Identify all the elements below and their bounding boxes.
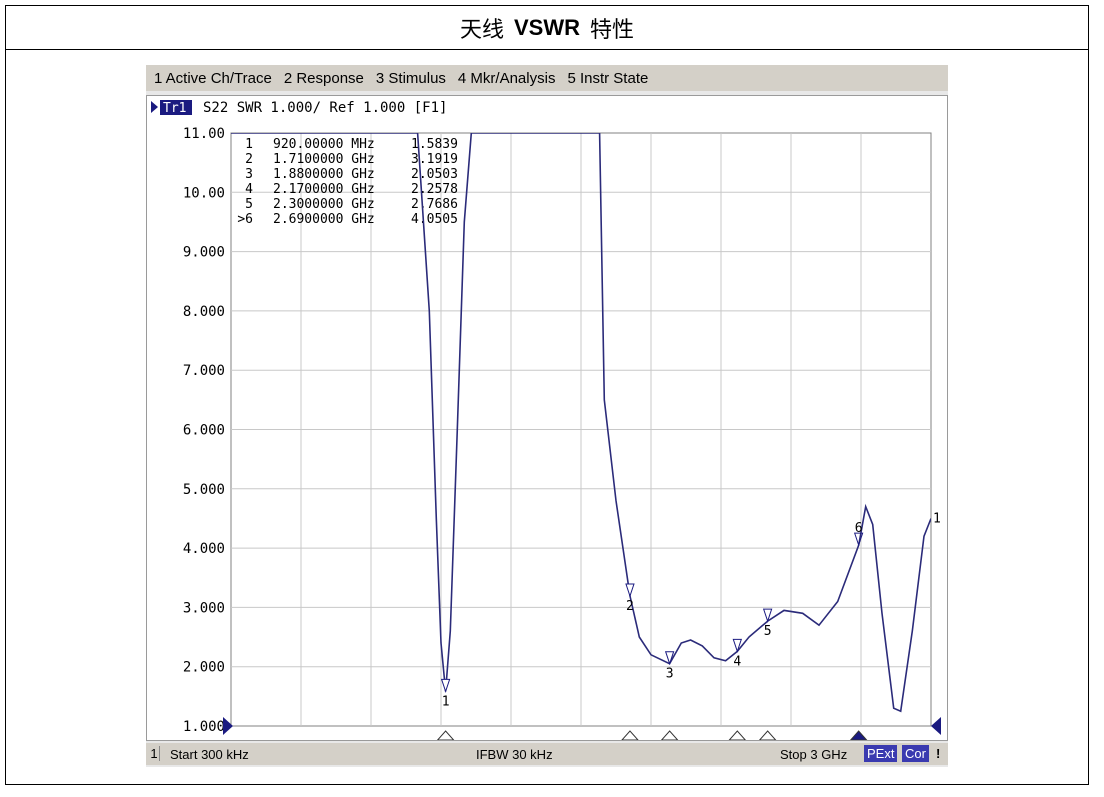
y-tick-label: 5.000 [183,482,225,498]
y-tick-labels: 1.000 2.000 3.000 4.000 5.000 6.000 7.000 8.000… [183,126,225,735]
status-bar: 1 Start 300 kHz IFBW 30 kHz Stop 3 GHz P… [146,743,948,765]
marker-table-id: >6 [237,212,253,227]
y-tick-label: 6.000 [183,423,225,439]
marker-table-id: 3 [245,167,253,182]
menu-instr-state[interactable]: 5 Instr State [567,70,648,87]
bottom-marker-3-icon [660,730,679,741]
plot-window: 1.000 2.000 3.000 4.000 5.000 6.000 7.000 8.000… [146,95,948,741]
menu-active-ch-trace[interactable]: 1 Active Ch/Trace [154,70,272,87]
marker-5-label: 5 [764,624,772,639]
marker-4-label: 4 [733,654,741,669]
trace-settings: S22 SWR 1.000/ Ref 1.000 [F1] [203,100,447,116]
marker-1-icon [440,678,451,693]
menu-stimulus[interactable]: 3 Stimulus [376,70,446,87]
marker-4-icon [732,638,743,653]
trace-end-label: 1 [933,511,941,526]
channel-number[interactable]: 1 [149,746,160,761]
analyzer-window: 1 Active Ch/Trace 2 Response 3 Stimulus … [146,65,948,767]
reference-right-icon [931,717,941,735]
marker-table-value: 2.7686 [411,197,458,212]
figure-title: 天线 VSWR 特性 [6,6,1088,50]
stop-frequency: Stop 3 GHz [780,747,848,762]
marker-table: 1 920.00000 MHz 1.58392 1.7100000 GHz 3.1919… [237,137,458,227]
marker-6-label: 6 [855,521,863,536]
marker-table-freq: 2.1700000 GHz [273,182,375,197]
vswr-chart: 1.000 2.000 3.000 4.000 5.000 6.000 7.000 8.000… [151,100,941,741]
title-suffix: 特性 [590,17,635,43]
y-tick-label: 4.000 [183,541,225,557]
trace-tag: Tr1 [163,101,186,116]
y-tick-label: 10.00 [183,185,225,201]
marker-table-id: 4 [245,182,253,197]
y-tick-label: 11.00 [183,126,225,142]
marker-table-freq: 2.3000000 GHz [273,197,375,212]
menu-mkr-analysis[interactable]: 4 Mkr/Analysis [458,70,556,87]
bottom-marker-5-icon [758,730,777,741]
marker-table-value: 2.0503 [411,167,458,182]
marker-3-label: 3 [666,667,674,682]
y-tick-label: 9.000 [183,245,225,261]
bottom-marker-6-icon [849,730,868,741]
marker-table-id: 5 [245,197,253,212]
title-latin: VSWR [514,14,580,40]
marker-table-id: 1 [245,137,253,152]
marker-table-freq: 1.7100000 GHz [273,152,375,167]
menu-response[interactable]: 2 Response [284,70,364,87]
marker-table-value: 3.1919 [411,152,458,167]
port-extension-badge[interactable]: PExt [864,745,898,762]
bottom-marker-2-icon [620,730,640,741]
y-tick-label: 7.000 [183,363,225,379]
marker-table-freq: 920.00000 MHz [273,137,375,152]
marker-2-icon [625,583,635,598]
y-tick-label: 8.000 [183,304,225,320]
marker-table-id: 2 [245,152,253,167]
marker-1-label: 1 [442,694,450,709]
marker-table-freq: 2.6900000 GHz [273,212,375,227]
correction-badge[interactable]: Cor [902,745,929,762]
y-tick-label: 1.000 [183,719,225,735]
y-tick-label: 3.000 [183,600,225,616]
marker-layer: 1 2 3 4 5 6 1 [440,511,941,709]
marker-table-value: 4.0505 [411,212,458,227]
menu-bar: 1 Active Ch/Trace 2 Response 3 Stimulus … [146,65,948,91]
marker-table-freq: 1.8800000 GHz [273,167,375,182]
y-tick-label: 2.000 [183,660,225,676]
title-prefix: 天线 [459,17,504,43]
bottom-marker-row [223,717,941,741]
start-frequency: Start 300 kHz [170,747,249,762]
bottom-marker-4-icon [728,730,747,741]
marker-2-label: 2 [626,599,634,614]
ifbw-value: IFBW 30 kHz [476,747,553,762]
bottom-marker-1-icon [436,730,455,741]
marker-table-value: 2.2578 [411,182,458,197]
trace-header: Tr1 S22 SWR 1.000/ Ref 1.000 [F1] [151,100,447,116]
warning-flag: ! [936,746,941,761]
trace-pointer-icon [151,101,158,113]
